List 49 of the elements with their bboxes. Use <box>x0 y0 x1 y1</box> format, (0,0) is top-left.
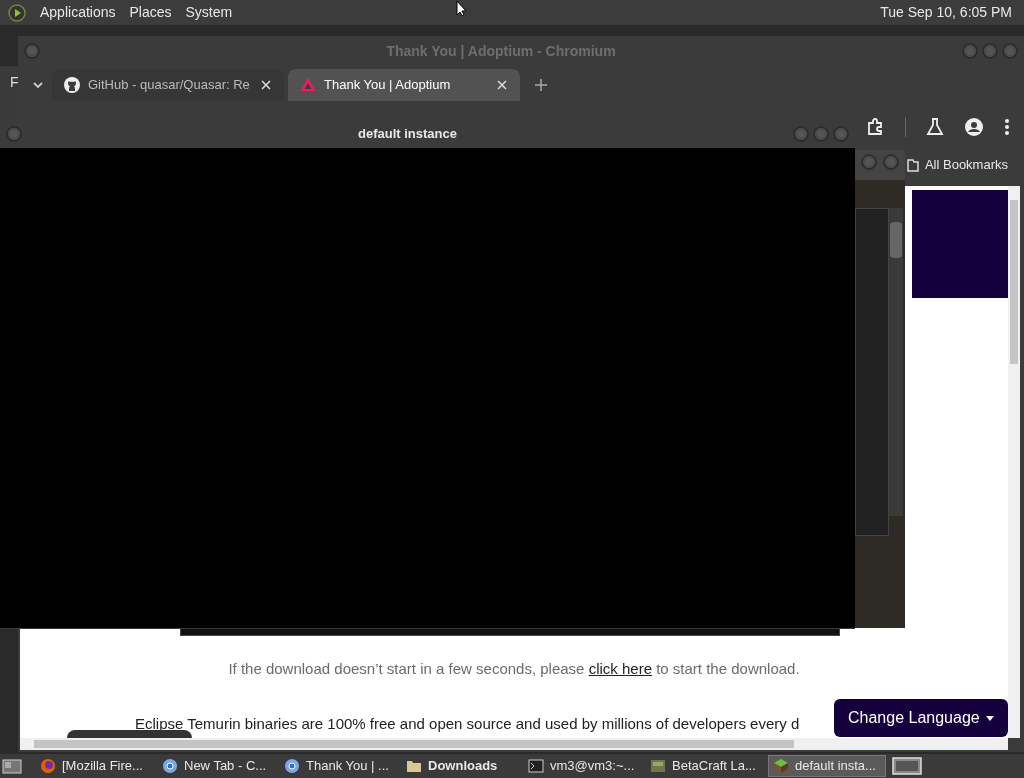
browser-tab[interactable]: Thank You | Adoptium <box>288 69 520 101</box>
taskbar-item[interactable]: [Mozilla Fire... <box>36 755 154 777</box>
flask-icon[interactable] <box>926 118 944 136</box>
taskbar-item[interactable]: vm3@vm3:~... <box>524 755 642 777</box>
bookmarks-button[interactable]: All Bookmarks <box>906 155 1008 175</box>
panel-menu[interactable]: System <box>185 2 233 23</box>
folder-icon[interactable] <box>906 158 919 172</box>
scrollbar-thumb[interactable] <box>34 740 794 748</box>
caret-icon[interactable] <box>985 715 994 721</box>
launcher-icon[interactable] <box>650 758 666 774</box>
taskbar-item[interactable]: Thank You | ... <box>280 755 398 777</box>
download-notice: If the download doesn’t start in a few seconds, please click here to start the download. <box>227 659 801 679</box>
desktop-icon[interactable] <box>2 757 22 775</box>
panel-menu[interactable]: Applications <box>40 2 116 23</box>
window-text: F <box>10 73 19 92</box>
browser-icon[interactable] <box>284 758 300 774</box>
taskbar-item[interactable]: New Tab - C... <box>158 755 276 777</box>
profile-icon[interactable] <box>964 117 984 137</box>
close-icon[interactable] <box>496 79 508 91</box>
folder-icon[interactable] <box>406 758 422 774</box>
browser-icon[interactable] <box>162 758 178 774</box>
intro-text: Eclipse Temurin binaries are 100% free and open source and used by millions of developers every d <box>135 714 800 734</box>
scrollbar-thumb[interactable] <box>1010 200 1018 364</box>
cursor-icon[interactable] <box>456 0 468 16</box>
show-desktop-icon[interactable] <box>892 756 922 776</box>
terminal-icon[interactable] <box>528 758 544 774</box>
taskbar-item[interactable]: default insta... <box>768 755 886 777</box>
taskbar-item[interactable]: Downloads <box>402 755 520 777</box>
scrollbar-thumb[interactable] <box>890 222 902 258</box>
clock: Tue Sep 10, 6:05 PM <box>880 3 1013 22</box>
tab-title: Thank You | Adoptium <box>324 76 452 95</box>
download-link[interactable]: click here <box>588 660 652 677</box>
logo-icon[interactable] <box>8 3 26 22</box>
globe-icon[interactable] <box>40 758 56 774</box>
extensions-icon[interactable] <box>867 118 885 136</box>
triangle-logo-icon[interactable] <box>300 77 316 93</box>
window-title: default instance <box>357 124 458 143</box>
close-icon[interactable] <box>260 79 272 91</box>
vertical-scrollbar[interactable] <box>1008 186 1020 738</box>
panel-menu[interactable]: Places <box>129 2 172 23</box>
cube-icon[interactable] <box>773 758 789 774</box>
list-scrollbar[interactable] <box>889 208 903 516</box>
browser-tab[interactable]: GitHub - quasar/Quasar: Re <box>52 69 284 101</box>
menu-icon[interactable] <box>1004 118 1010 136</box>
taskbar-item[interactable]: BetaCraft La... <box>646 755 764 777</box>
new-tab-icon[interactable] <box>534 78 548 92</box>
change-language-button[interactable]: Change Language <box>834 699 1008 737</box>
horizontal-scrollbar[interactable] <box>20 738 1008 750</box>
tab-title: GitHub - quasar/Quasar: Re <box>88 76 251 95</box>
